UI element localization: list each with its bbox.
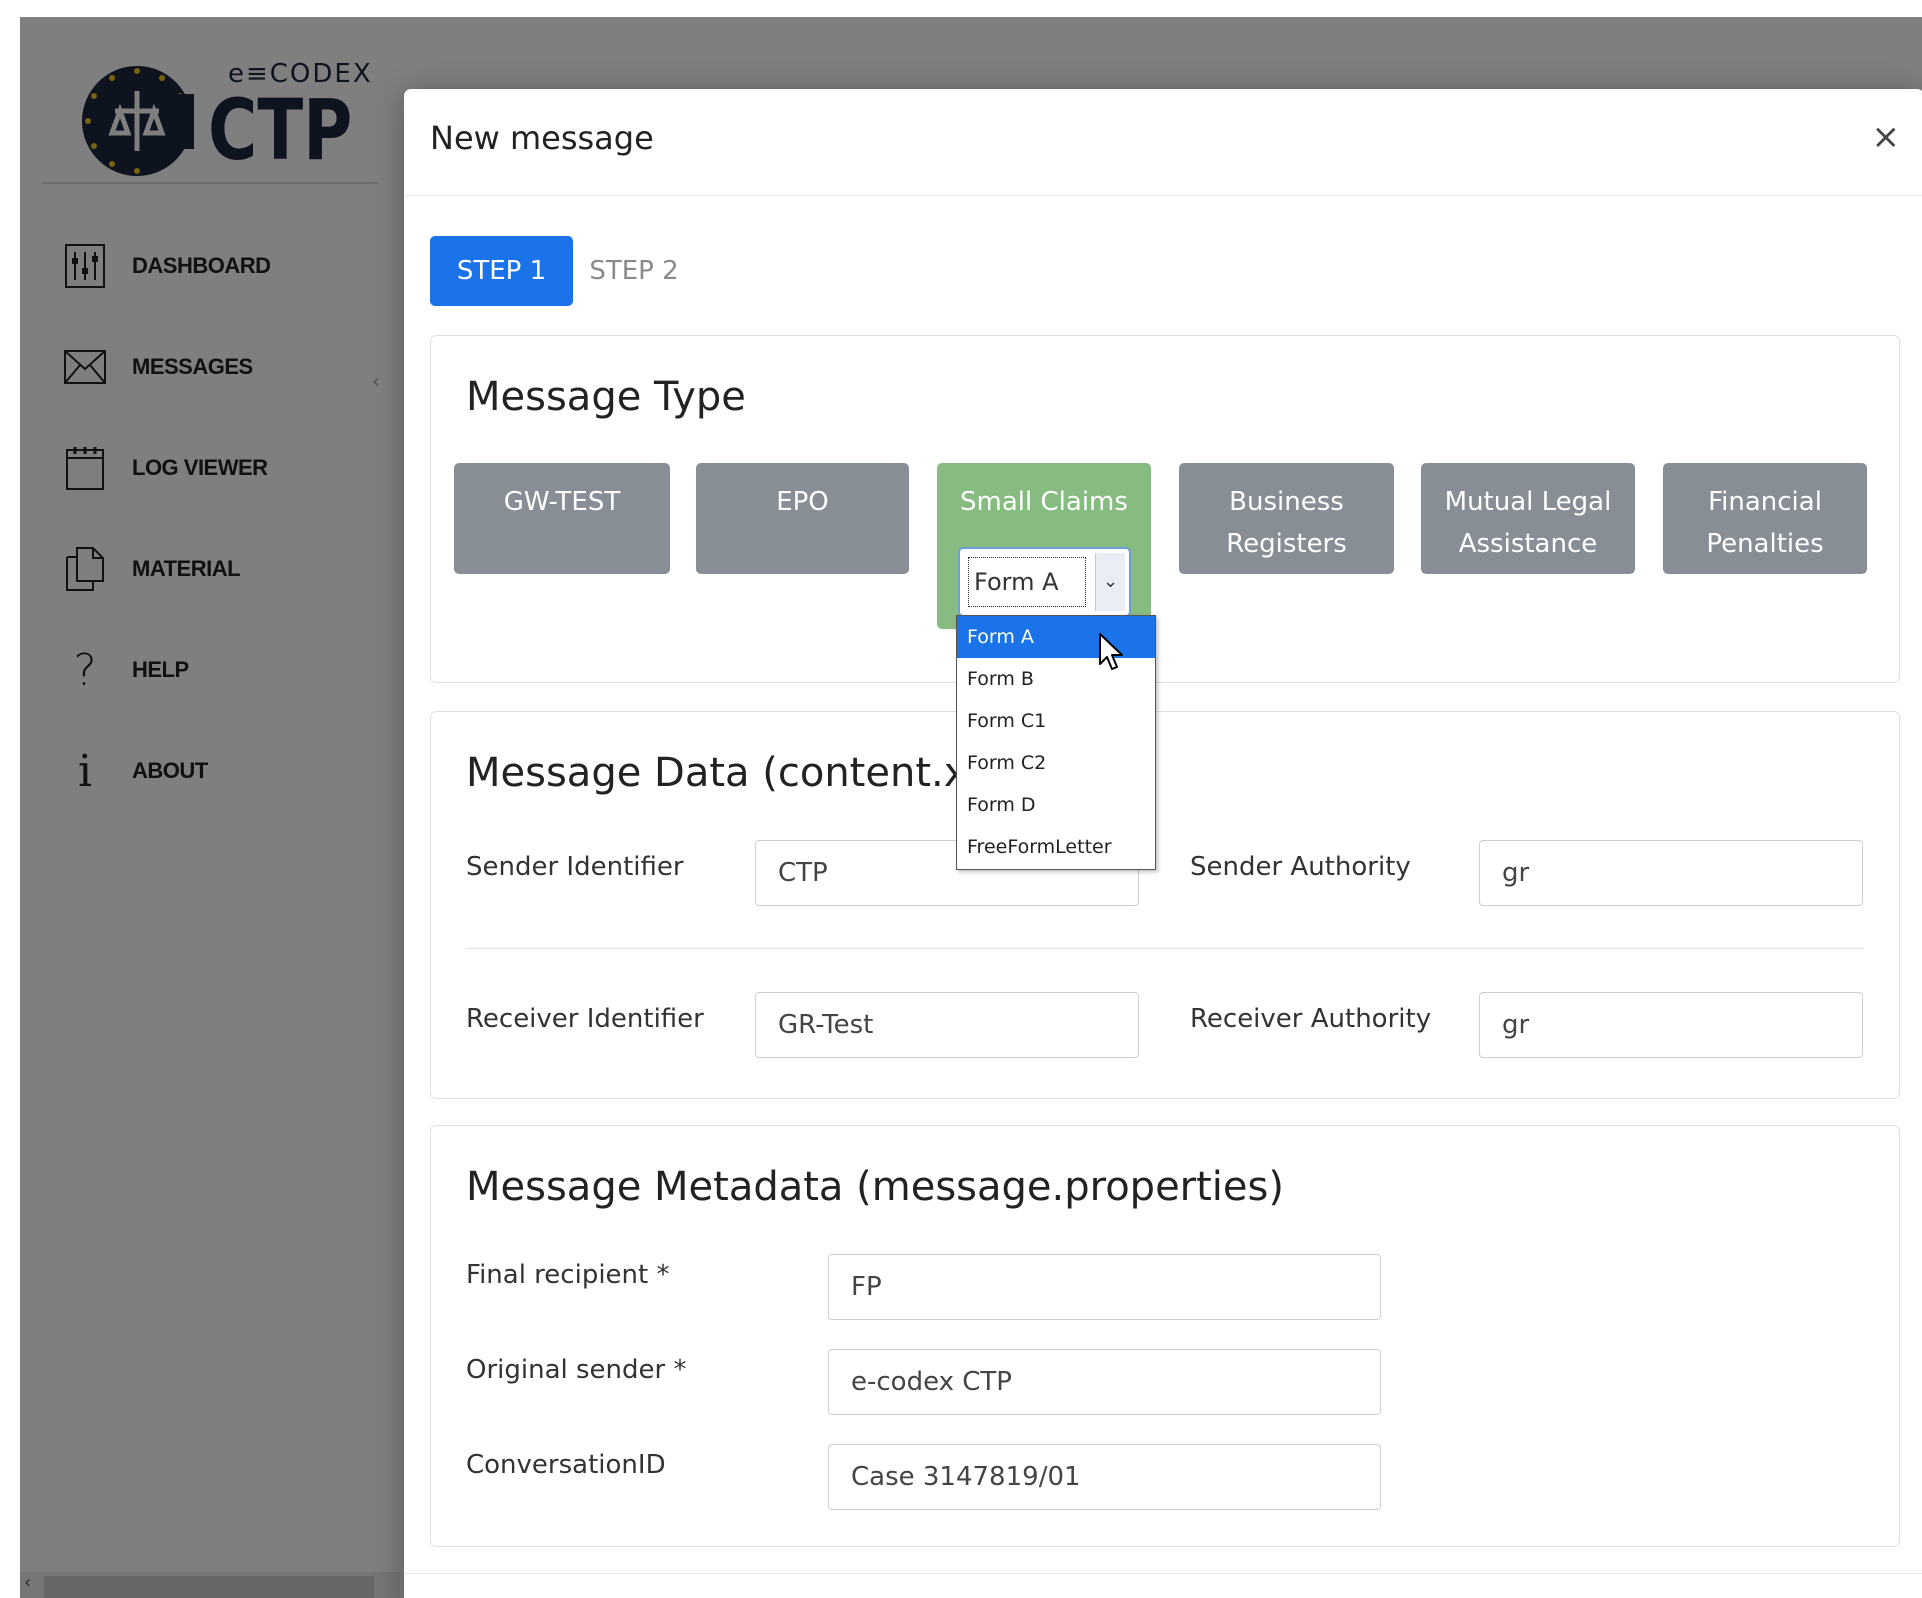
mouse-cursor-icon (1099, 633, 1123, 670)
receiver-authority-label: Receiver Authority (1190, 1004, 1432, 1034)
close-icon[interactable]: × (1872, 117, 1901, 157)
original-sender-input[interactable]: e-codex CTP (828, 1349, 1381, 1415)
message-type-small-claims[interactable]: Small Claims Form A ⌄ (937, 463, 1151, 629)
form-select-value: Form A (968, 557, 1086, 607)
message-type-label: GW-TEST (503, 487, 621, 517)
message-type-label: EPO (776, 487, 829, 517)
final-recipient-label: Final recipient * (466, 1260, 670, 1290)
sender-authority-label: Sender Authority (1190, 852, 1411, 882)
receiver-authority-input[interactable]: gr (1479, 992, 1863, 1058)
conversation-id-label: ConversationID (466, 1450, 666, 1480)
message-type-label: Business (1229, 487, 1344, 517)
form-divider (466, 948, 1864, 949)
message-type-label: Financial (1708, 487, 1822, 517)
new-message-modal: New message × STEP 1 STEP 2 Message Type… (404, 89, 1922, 1598)
message-type-mutual-legal-assistance[interactable]: Mutual Legal Assistance (1421, 463, 1635, 574)
original-sender-label: Original sender * (466, 1355, 687, 1385)
message-type-gw-test[interactable]: GW-TEST (454, 463, 670, 574)
conversation-id-input[interactable]: Case 3147819/01 (828, 1444, 1381, 1510)
message-type-label: Mutual Legal (1444, 487, 1612, 517)
app-window: e≡CODEX CTP DASHBOARD MESSAGES LOG VIEWE… (20, 17, 1922, 1598)
modal-footer-divider (404, 1573, 1922, 1574)
form-select-dropdown[interactable]: Form A Form B Form C1 Form C2 Form D Fre… (956, 615, 1156, 870)
message-type-label: Penalties (1706, 529, 1824, 559)
message-data-title: Message Data (content.xm (466, 750, 1007, 796)
message-type-title: Message Type (466, 374, 746, 420)
message-data-card: Message Data (content.xm Sender Identifi… (430, 711, 1900, 1099)
final-recipient-input[interactable]: FP (828, 1254, 1381, 1320)
receiver-identifier-input[interactable]: GR-Test (755, 992, 1139, 1058)
dropdown-option-freeformletter[interactable]: FreeFormLetter (957, 826, 1155, 868)
sender-identifier-label: Sender Identifier (466, 852, 684, 882)
message-metadata-title: Message Metadata (message.properties) (466, 1164, 1284, 1210)
message-type-label: Registers (1226, 529, 1347, 559)
form-select[interactable]: Form A ⌄ (958, 547, 1131, 617)
message-type-financial-penalties[interactable]: Financial Penalties (1663, 463, 1867, 574)
modal-title: New message (430, 119, 654, 157)
chevron-down-icon[interactable]: ⌄ (1095, 553, 1125, 611)
sender-authority-input[interactable]: gr (1479, 840, 1863, 906)
message-type-card: Message Type GW-TEST EPO Small Claims Fo… (430, 335, 1900, 683)
message-type-epo[interactable]: EPO (696, 463, 909, 574)
dropdown-option-form-c1[interactable]: Form C1 (957, 700, 1155, 742)
receiver-identifier-label: Receiver Identifier (466, 1004, 704, 1034)
dropdown-option-form-c2[interactable]: Form C2 (957, 742, 1155, 784)
message-type-business-registers[interactable]: Business Registers (1179, 463, 1394, 574)
message-type-label: Small Claims (960, 487, 1128, 517)
tab-step-2[interactable]: STEP 2 (574, 236, 694, 306)
tab-step-1[interactable]: STEP 1 (430, 236, 573, 306)
modal-header: New message × (404, 89, 1922, 196)
message-type-label: Assistance (1458, 529, 1598, 559)
dropdown-option-form-d[interactable]: Form D (957, 784, 1155, 826)
message-metadata-card: Message Metadata (message.properties) Fi… (430, 1125, 1900, 1547)
